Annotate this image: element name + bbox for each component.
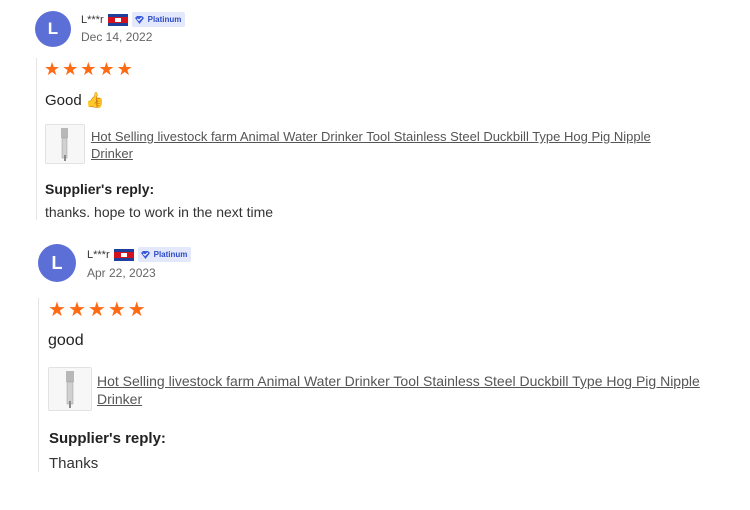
platinum-badge: Platinum [131,12,186,27]
cambodia-flag-icon [107,13,128,26]
nipple-drinker-image [66,371,74,408]
review-comment: good [48,332,84,350]
reviewer-name: L***r [87,248,110,261]
supplier-reply-label: Supplier's reply: [49,430,166,447]
comment-text: good [48,332,84,349]
review-date: Apr 22, 2023 [87,266,156,280]
cambodia-flag-icon [113,248,134,261]
supplier-reply-text: thanks. hope to work in the next time [45,204,274,220]
star-icon: ★ [107,299,126,321]
review-body-divider [38,298,39,472]
product-thumbnail[interactable] [48,367,92,411]
product-thumbnail[interactable] [45,124,85,164]
avatar: L [38,244,76,282]
supplier-reply-text: Thanks [49,455,99,472]
badge-label: Platinum [147,15,182,24]
review-date: Dec 14, 2022 [81,30,153,44]
review-comment: Good 👍 [45,91,105,110]
star-icon: ★ [87,299,106,321]
platinum-badge: Platinum [137,247,192,262]
reviewer-info: L***r Platinum [81,12,186,27]
review-item-1: L L***r Platinum Dec 14, 2022 ★ ★ ★ ★ ★ … [0,0,750,235]
reviewer-name: L***r [81,13,104,26]
star-icon: ★ [44,59,61,79]
star-icon: ★ [116,59,133,79]
nipple-drinker-image [61,128,68,161]
supplier-reply-label: Supplier's reply: [45,181,155,197]
diamond-check-icon [134,15,144,24]
product-link[interactable]: Hot Selling livestock farm Animal Water … [97,372,727,408]
star-rating: ★ ★ ★ ★ ★ [48,297,146,322]
avatar: L [35,11,71,47]
review-body-divider [36,58,37,220]
review-item-2: L L***r Platinum Apr 22, 2023 ★ ★ ★ ★ ★ … [0,235,750,510]
product-link[interactable]: Hot Selling livestock farm Animal Water … [91,129,671,163]
star-icon: ★ [127,299,146,321]
comment-text: Good [45,91,82,109]
thumbs-up-icon: 👍 [85,92,105,109]
diamond-check-icon [140,250,150,259]
reviewer-info: L***r Platinum [87,247,192,262]
badge-label: Platinum [153,250,188,259]
star-icon: ★ [80,59,97,79]
star-icon: ★ [98,59,115,79]
star-icon: ★ [62,59,79,79]
star-rating: ★ ★ ★ ★ ★ [44,59,133,80]
star-icon: ★ [48,299,66,321]
star-icon: ★ [67,299,86,321]
